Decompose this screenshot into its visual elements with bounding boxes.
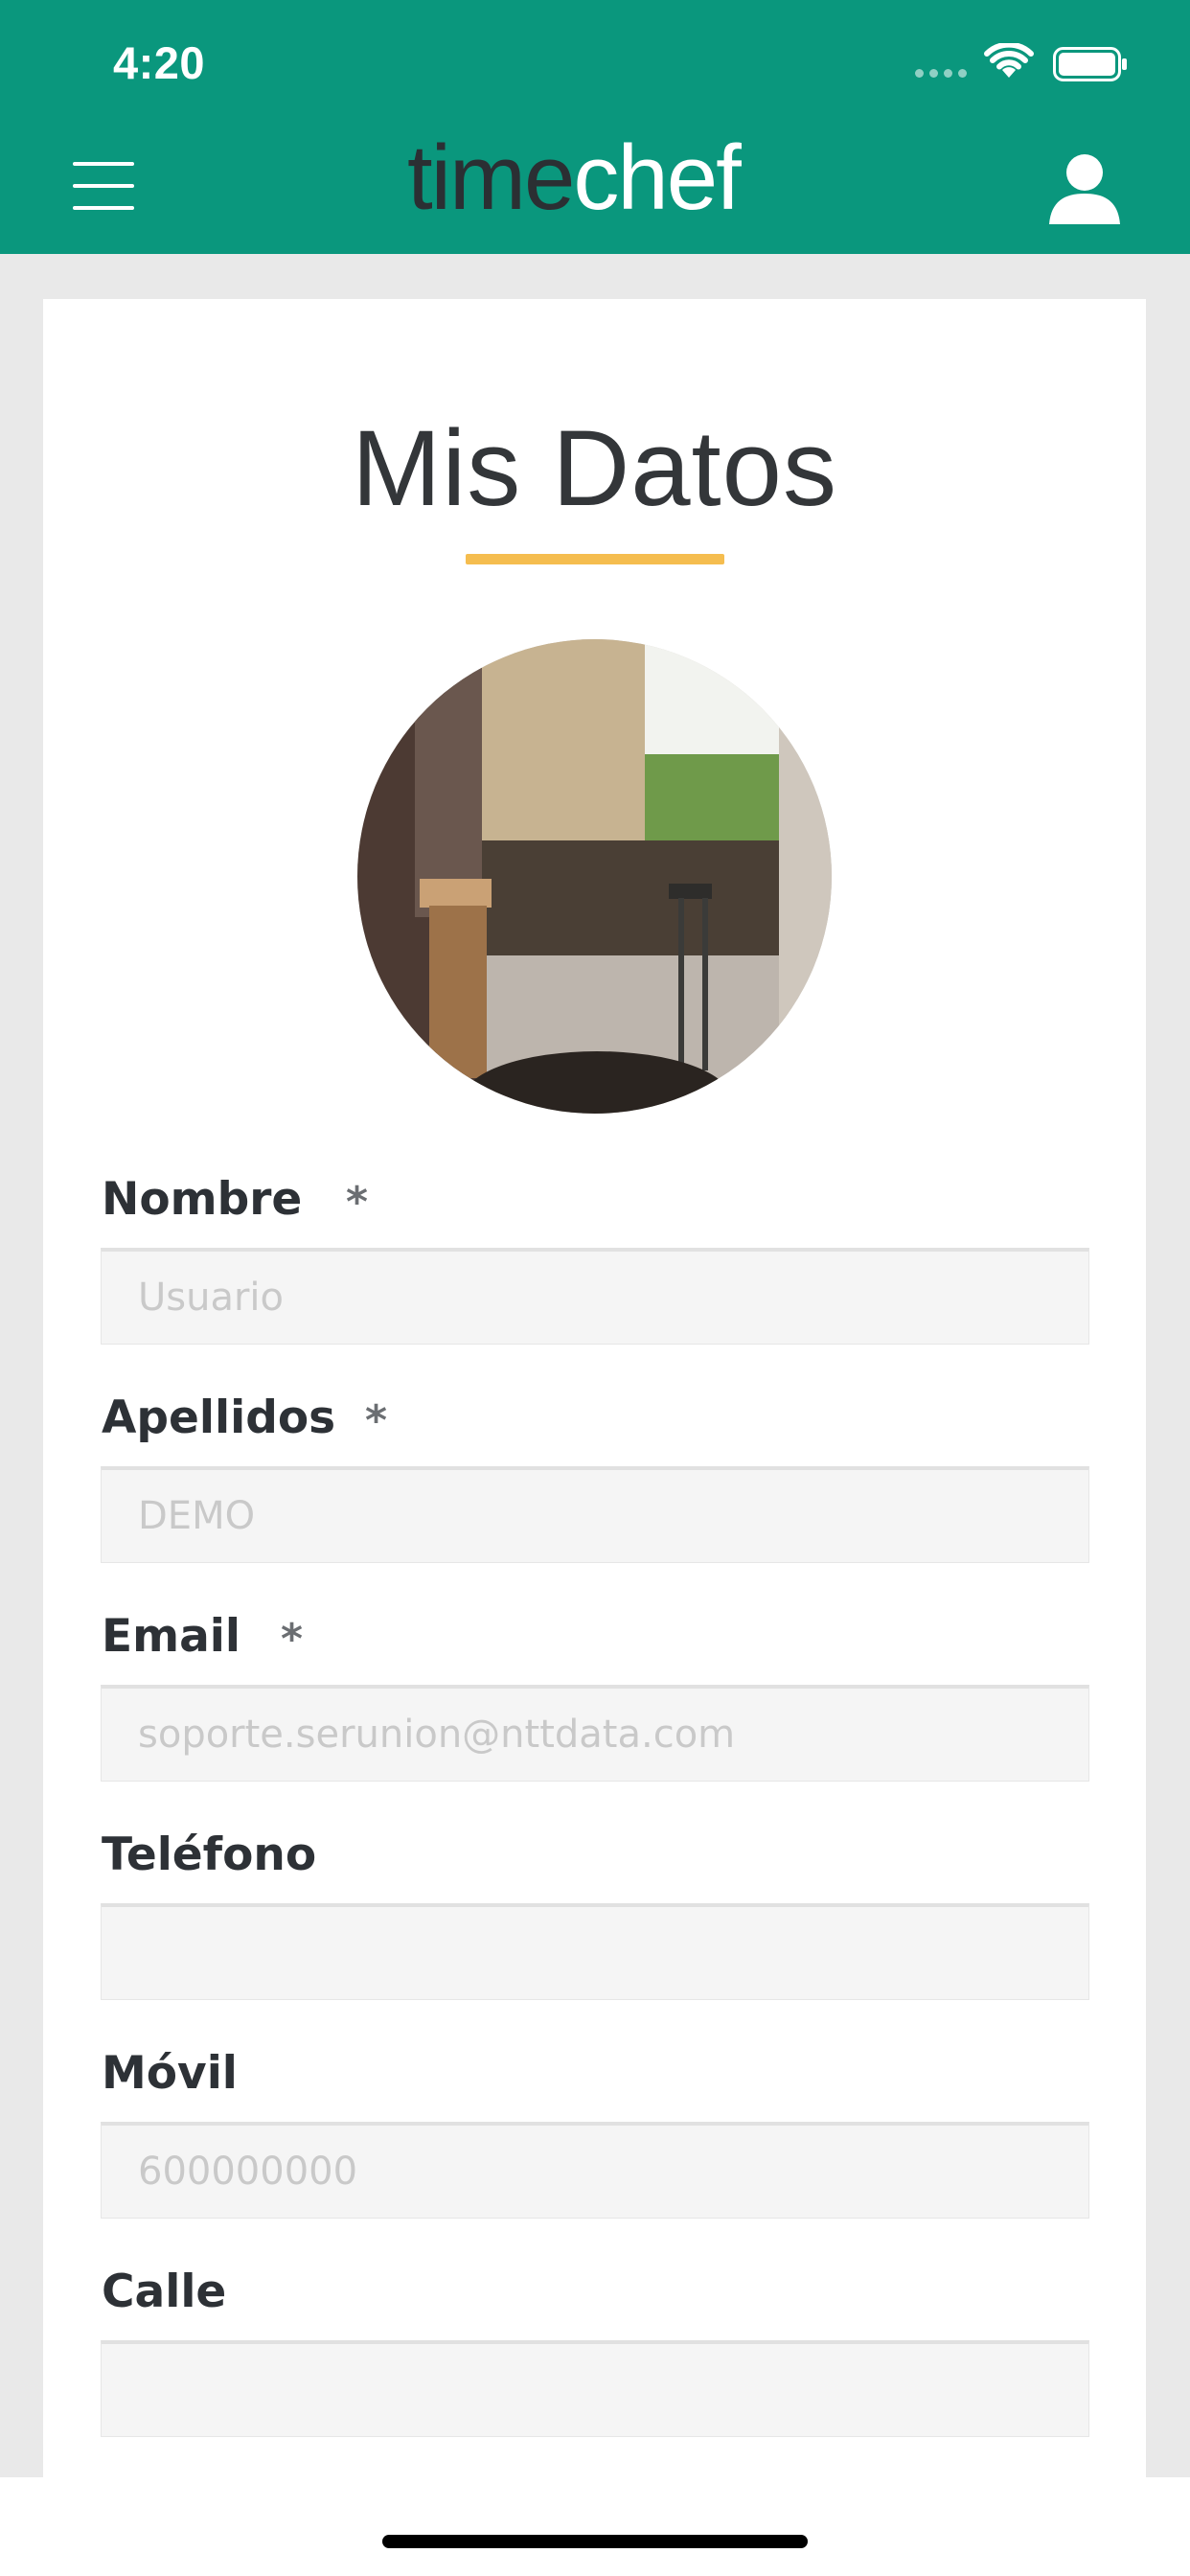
home-indicator-area <box>0 2477 1190 2576</box>
profile-photo[interactable] <box>357 639 832 1114</box>
status-time: 4:20 <box>113 37 206 88</box>
title-underline <box>466 554 724 564</box>
field-label-movil: Móvil <box>102 2047 238 2100</box>
calle-input[interactable] <box>101 2340 1089 2437</box>
timechef-logo: timechef <box>407 130 742 226</box>
nombre-input[interactable] <box>101 1248 1089 1345</box>
home-indicator[interactable] <box>382 2535 808 2548</box>
required-indicator: * <box>365 1396 388 1445</box>
apellidos-input[interactable] <box>101 1466 1089 1563</box>
required-indicator: * <box>346 1178 369 1227</box>
required-indicator: * <box>281 1615 304 1664</box>
field-label-apellidos: Apellidos <box>102 1392 336 1444</box>
app-header: 4:20 timechef <box>0 0 1190 254</box>
field-label-telefono: Teléfono <box>102 1828 317 1881</box>
movil-input[interactable] <box>101 2122 1089 2219</box>
wifi-icon <box>984 43 1034 78</box>
profile-card: Mis Datos Nombre * Apellidos * Email * <box>43 299 1146 2503</box>
email-input[interactable] <box>101 1685 1089 1782</box>
menu-button[interactable] <box>69 158 140 214</box>
battery-icon <box>1053 47 1127 81</box>
logo-text-chef: chef <box>573 126 741 229</box>
field-label-nombre: Nombre <box>102 1173 303 1226</box>
cellular-signal-icon <box>915 69 967 78</box>
field-label-email: Email <box>102 1610 241 1663</box>
field-label-calle: Calle <box>102 2266 227 2318</box>
logo-text-time: time <box>407 126 575 229</box>
telefono-input[interactable] <box>101 1903 1089 2000</box>
user-profile-icon[interactable] <box>1047 153 1122 226</box>
page-title: Mis Datos <box>352 408 837 528</box>
